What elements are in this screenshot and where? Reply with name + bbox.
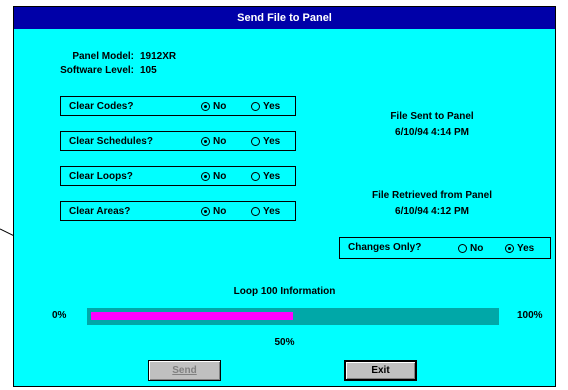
progress-max-label: 100%	[517, 310, 543, 321]
panel-model-value: 1912XR	[140, 51, 177, 62]
send-button[interactable]: Send	[148, 360, 221, 381]
software-level-value: 105	[140, 65, 157, 76]
file-sent-time: 6/10/94 4:14 PM	[395, 127, 469, 138]
file-sent-status: File Sent to Panel 6/10/94 4:14 PM	[332, 109, 532, 141]
clear-codes-label: Clear Codes?	[69, 100, 134, 112]
radio-selected-icon	[201, 171, 210, 181]
progress-title: Loop 100 Information	[233, 286, 336, 297]
radio-selected-icon	[201, 136, 210, 146]
changes-only-label: Changes Only?	[348, 242, 422, 253]
send-file-dialog: Send File to Panel Panel Model: 1912XR S…	[13, 6, 556, 387]
changes-only-yes-radio[interactable]: Yes	[505, 243, 534, 254]
radio-empty-icon	[251, 206, 260, 216]
clear-schedules-label: Clear Schedules?	[69, 135, 153, 147]
clear-schedules-group: Clear Schedules? No Yes	[60, 131, 296, 151]
radio-empty-icon	[251, 136, 260, 146]
changes-only-group: Changes Only? No Yes	[339, 237, 551, 259]
clear-schedules-yes-radio[interactable]: Yes	[251, 136, 280, 147]
clear-loops-label: Clear Loops?	[69, 170, 133, 182]
radio-selected-icon	[201, 101, 210, 111]
software-level-label: Software Level:	[60, 65, 134, 76]
clear-loops-no-radio[interactable]: No	[201, 171, 226, 182]
progress-bar	[87, 308, 499, 325]
clear-schedules-no-radio[interactable]: No	[201, 136, 226, 147]
clear-codes-no-radio[interactable]: No	[201, 101, 226, 112]
radio-empty-icon	[251, 101, 260, 111]
window-title: Send File to Panel	[237, 12, 332, 24]
file-sent-label: File Sent to Panel	[390, 111, 474, 122]
file-retrieved-label: File Retrieved from Panel	[371, 190, 493, 201]
radio-empty-icon	[458, 244, 467, 253]
file-retrieved-status: File Retrieved from Panel 6/10/94 4:12 P…	[332, 188, 532, 220]
changes-only-no-radio[interactable]: No	[458, 243, 483, 254]
progress-value-label: 50%	[274, 337, 295, 348]
radio-selected-icon	[505, 244, 514, 253]
clear-loops-group: Clear Loops? No Yes	[60, 166, 296, 186]
title-bar: Send File to Panel	[14, 7, 555, 29]
panel-model-label: Panel Model:	[72, 51, 134, 62]
progress-bar-fill	[91, 312, 293, 320]
clear-areas-group: Clear Areas? No Yes	[60, 201, 296, 221]
clear-areas-label: Clear Areas?	[69, 205, 131, 217]
clear-loops-yes-radio[interactable]: Yes	[251, 171, 280, 182]
progress-min-label: 0%	[52, 310, 67, 321]
clear-areas-no-radio[interactable]: No	[201, 206, 226, 217]
radio-selected-icon	[201, 206, 210, 216]
clear-codes-group: Clear Codes? No Yes	[60, 96, 296, 116]
radio-empty-icon	[251, 171, 260, 181]
clear-areas-yes-radio[interactable]: Yes	[251, 206, 280, 217]
file-retrieved-time: 6/10/94 4:12 PM	[395, 206, 469, 217]
exit-button[interactable]: Exit	[344, 360, 417, 381]
clear-codes-yes-radio[interactable]: Yes	[251, 101, 280, 112]
